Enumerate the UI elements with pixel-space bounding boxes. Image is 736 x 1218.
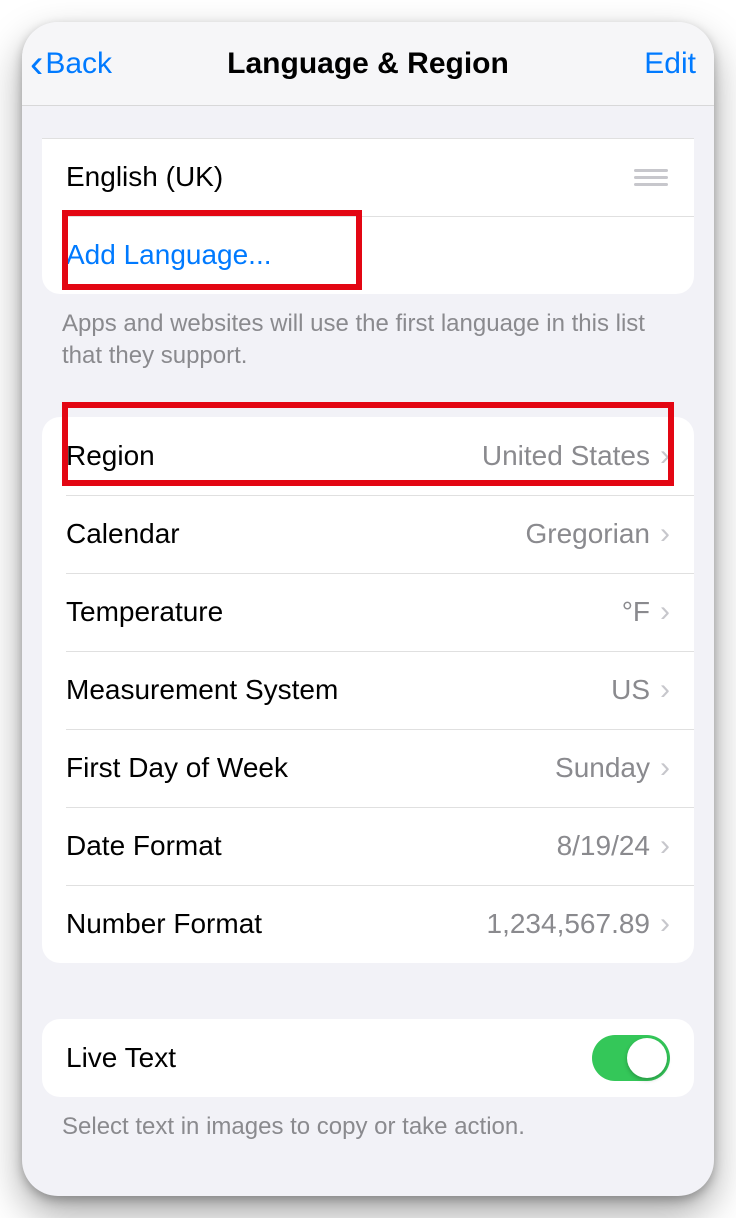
live-text-card: Live Text (42, 1019, 694, 1097)
chevron-right-icon: › (660, 439, 670, 473)
chevron-right-icon: › (660, 751, 670, 785)
number-format-row[interactable]: Number Format 1,234,567.89 › (42, 885, 694, 963)
row-value: 1,234,567.89 (487, 908, 651, 940)
measurement-system-row[interactable]: Measurement System US › (42, 651, 694, 729)
chevron-right-icon: › (660, 829, 670, 863)
row-value: Gregorian (525, 518, 650, 550)
chevron-right-icon: › (660, 673, 670, 707)
language-name: English (UK) (66, 161, 223, 193)
calendar-row[interactable]: Calendar Gregorian › (42, 495, 694, 573)
content-scroll[interactable]: English (UK) Add Language... Apps and we… (22, 106, 714, 1196)
chevron-right-icon: › (660, 907, 670, 941)
row-label: First Day of Week (66, 752, 288, 784)
row-value: Sunday (555, 752, 650, 784)
row-label: Date Format (66, 830, 222, 862)
language-row-english-uk[interactable]: English (UK) (42, 138, 694, 216)
edit-button[interactable]: Edit (644, 47, 696, 81)
row-label: Number Format (66, 908, 262, 940)
chevron-left-icon: ‹ (30, 44, 43, 84)
region-settings-card: Region United States › Calendar Gregoria… (42, 417, 694, 963)
device-screen: ‹ Back Language & Region Edit English (U… (22, 22, 714, 1196)
chevron-right-icon: › (660, 517, 670, 551)
back-label: Back (45, 47, 112, 81)
date-format-row[interactable]: Date Format 8/19/24 › (42, 807, 694, 885)
row-label: Region (66, 440, 155, 472)
back-button[interactable]: ‹ Back (30, 44, 112, 84)
page-title: Language & Region (22, 47, 714, 81)
add-language-button[interactable]: Add Language... (42, 216, 694, 294)
first-day-of-week-row[interactable]: First Day of Week Sunday › (42, 729, 694, 807)
row-value: US (611, 674, 650, 706)
row-value: United States (482, 440, 650, 472)
row-label: Temperature (66, 596, 223, 628)
row-value: °F (622, 596, 650, 628)
add-language-label: Add Language... (66, 239, 272, 271)
live-text-toggle[interactable] (592, 1035, 670, 1081)
live-text-row[interactable]: Live Text (42, 1019, 694, 1097)
reorder-handle-icon[interactable] (634, 169, 670, 186)
region-row[interactable]: Region United States › (42, 417, 694, 495)
temperature-row[interactable]: Temperature °F › (42, 573, 694, 651)
languages-footer-note: Apps and websites will use the first lan… (62, 308, 674, 373)
live-text-footer-note: Select text in images to copy or take ac… (62, 1111, 674, 1143)
toggle-knob-icon (627, 1038, 667, 1078)
navigation-bar: ‹ Back Language & Region Edit (22, 22, 714, 106)
chevron-right-icon: › (660, 595, 670, 629)
row-label: Live Text (66, 1042, 176, 1074)
row-label: Measurement System (66, 674, 338, 706)
row-label: Calendar (66, 518, 180, 550)
row-value: 8/19/24 (557, 830, 650, 862)
languages-card: English (UK) Add Language... (42, 138, 694, 294)
